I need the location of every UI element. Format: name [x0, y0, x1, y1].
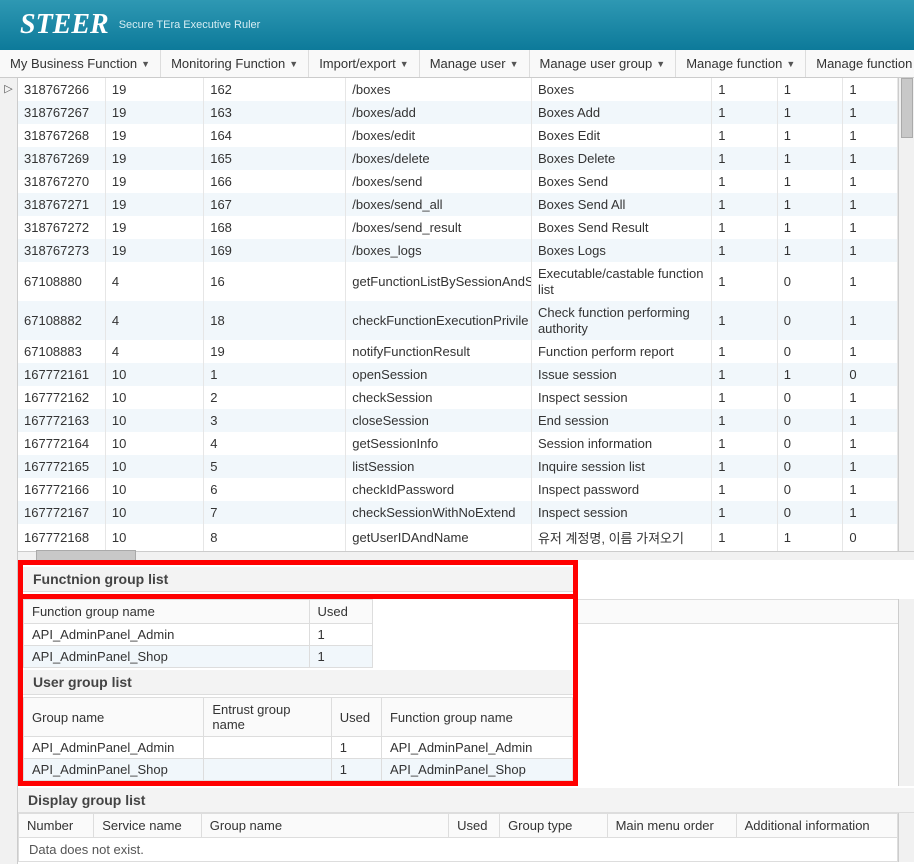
vertical-scrollbar[interactable]	[898, 78, 914, 551]
table-row[interactable]: 31876727019166/boxes/sendBoxes Send111	[18, 170, 898, 193]
table-row[interactable]: 31876727319169/boxes_logsBoxes Logs111	[18, 239, 898, 262]
caret-down-icon: ▼	[656, 59, 665, 69]
table-row[interactable]: 167772165105listSessionInquire session l…	[18, 455, 898, 478]
function-group-table[interactable]: Function group name Used API_AdminPanel_…	[23, 599, 373, 668]
caret-down-icon: ▼	[510, 59, 519, 69]
app-title: STEER	[20, 9, 109, 41]
col-group-name[interactable]: Group name	[24, 698, 204, 737]
caret-down-icon: ▼	[400, 59, 409, 69]
menu-manage-function[interactable]: Manage function▼	[676, 50, 806, 77]
col-function-group-name[interactable]: Function group name	[381, 698, 572, 737]
empty-message: Data does not exist.	[19, 838, 898, 862]
function-group-list-title: Functnion group list	[23, 567, 573, 592]
menu-my-business-function[interactable]: My Business Function▼	[0, 50, 161, 77]
table-row[interactable]: 31876726919165/boxes/deleteBoxes Delete1…	[18, 147, 898, 170]
menu-import-export[interactable]: Import/export▼	[309, 50, 420, 77]
col-service-name[interactable]: Service name	[94, 814, 202, 838]
caret-down-icon: ▼	[289, 59, 298, 69]
table-row[interactable]: 167772167107checkSessionWithNoExtendInsp…	[18, 501, 898, 524]
table-row[interactable]: 31876726819164/boxes/editBoxes Edit111	[18, 124, 898, 147]
user-group-table[interactable]: Group name Entrust group name Used Funct…	[23, 697, 573, 781]
col-group-type[interactable]: Group type	[500, 814, 608, 838]
table-row[interactable]: 167772162102checkSessionInspect session1…	[18, 386, 898, 409]
function-table[interactable]: 31876726619162/boxesBoxes111318767267191…	[18, 78, 898, 551]
table-row[interactable]: 67108880416getFunctionListBySessionAndSE…	[18, 262, 898, 301]
table-row[interactable]: 167772168108getUserIDAndName유저 계정명, 이름 가…	[18, 524, 898, 551]
table-row[interactable]: API_AdminPanel_Admin1API_AdminPanel_Admi…	[24, 737, 573, 759]
col-used[interactable]: Used	[309, 600, 372, 624]
col-used[interactable]: Used	[449, 814, 500, 838]
table-row[interactable]: 167772163103closeSessionEnd session101	[18, 409, 898, 432]
table-row[interactable]: 67108883419notifyFunctionResultFunction …	[18, 340, 898, 363]
caret-down-icon: ▼	[786, 59, 795, 69]
app-header: STEER Secure TEra Executive Ruler	[0, 0, 914, 50]
table-row[interactable]: 167772164104getSessionInfoSession inform…	[18, 432, 898, 455]
caret-down-icon: ▼	[141, 59, 150, 69]
col-function-group-name[interactable]: Function group name	[24, 600, 310, 624]
col-entrust-group-name[interactable]: Entrust group name	[204, 698, 331, 737]
col-additional-information[interactable]: Additional information	[736, 814, 897, 838]
col-used[interactable]: Used	[331, 698, 381, 737]
menu-manage-function-group[interactable]: Manage function group▼	[806, 50, 914, 77]
table-row[interactable]: 31876727219168/boxes/send_resultBoxes Se…	[18, 216, 898, 239]
table-row[interactable]: 31876727119167/boxes/send_allBoxes Send …	[18, 193, 898, 216]
display-group-list-title: Display group list	[18, 788, 914, 813]
display-group-table[interactable]: Number Service name Group name Used Grou…	[18, 813, 898, 862]
table-row[interactable]: 31876726619162/boxesBoxes111	[18, 78, 898, 101]
menu-manage-user[interactable]: Manage user▼	[420, 50, 530, 77]
side-tab-expand[interactable]: ▷	[0, 78, 18, 864]
user-group-list-title: User group list	[23, 670, 573, 695]
horizontal-scrollbar[interactable]	[18, 551, 914, 560]
col-number[interactable]: Number	[19, 814, 94, 838]
table-row[interactable]: 167772161101openSessionIssue session110	[18, 363, 898, 386]
col-group-name[interactable]: Group name	[201, 814, 448, 838]
table-row[interactable]: 67108882418checkFunctionExecutionPrivile…	[18, 301, 898, 340]
menu-monitoring-function[interactable]: Monitoring Function▼	[161, 50, 309, 77]
menubar: My Business Function▼ Monitoring Functio…	[0, 50, 914, 78]
app-subtitle: Secure TEra Executive Ruler	[119, 19, 261, 31]
table-row[interactable]: API_AdminPanel_Admin1	[24, 624, 373, 646]
table-row[interactable]: API_AdminPanel_Shop1API_AdminPanel_Shop	[24, 759, 573, 781]
table-row[interactable]: API_AdminPanel_Shop1	[24, 646, 373, 668]
col-main-menu-order[interactable]: Main menu order	[607, 814, 736, 838]
table-row[interactable]: 31876726719163/boxes/addBoxes Add111	[18, 101, 898, 124]
table-row[interactable]: 167772166106checkIdPasswordInspect passw…	[18, 478, 898, 501]
menu-manage-user-group[interactable]: Manage user group▼	[530, 50, 677, 77]
